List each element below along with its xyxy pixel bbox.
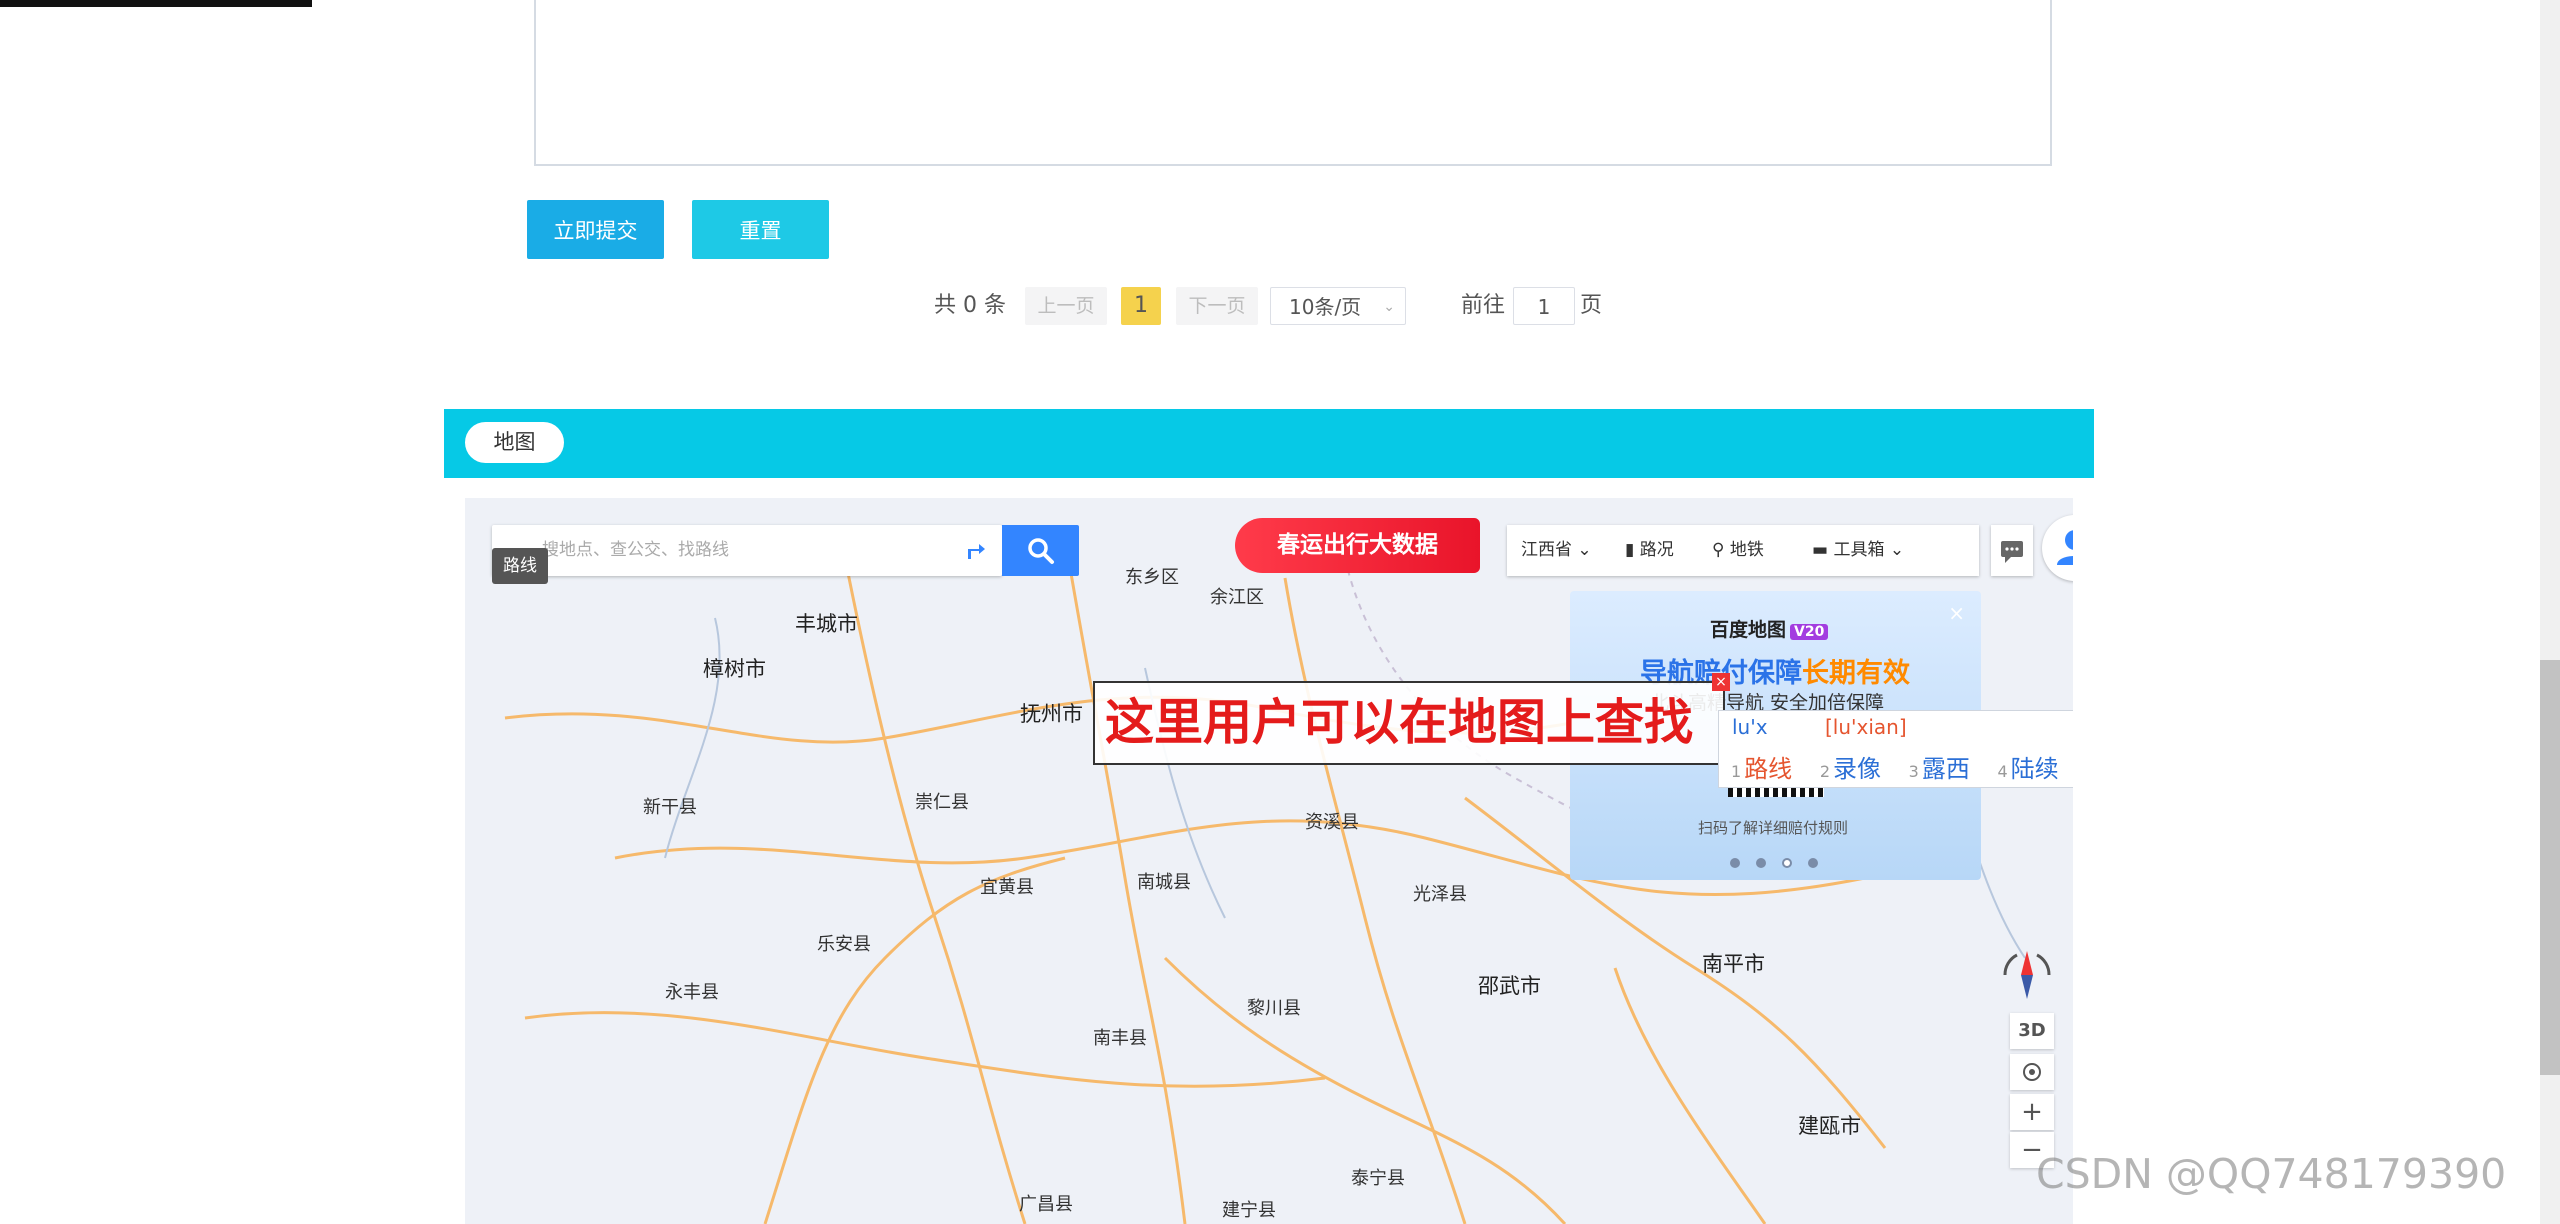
user-avatar-button[interactable] [2042, 515, 2073, 581]
ad-hint: 扫码了解详细赔付规则 [1698, 819, 1849, 837]
map-city-label: 宜黄县 [980, 877, 1034, 898]
carousel-dot[interactable] [1756, 858, 1766, 868]
map-city-label: 建瓯市 [1798, 1114, 1861, 1138]
map-canvas[interactable]: 丰城市 东乡区余江区樟树市抚州市崇仁县 新干县资溪县宜黄县 南城县光泽县乐安县永丰县 邵… [465, 498, 2073, 1224]
map-city-label: 新干县 [643, 797, 697, 818]
3d-button[interactable]: 3D [2010, 1013, 2054, 1049]
baidu-map-logo-text: 百度地图 [1710, 619, 1787, 641]
toolbox-icon: ▬ [1812, 540, 1829, 560]
map-city-label: 乐安县 [817, 934, 871, 955]
ime-candidate[interactable]: 3 露西 [1909, 755, 1970, 783]
ad-logo: 百度地图 V20 [1710, 615, 1829, 642]
traffic-button[interactable]: ▮ 路况 [1625, 525, 1674, 576]
subway-icon: ⚲ [1712, 540, 1725, 560]
subway-button[interactable]: ⚲ 地铁 [1712, 525, 1764, 576]
page-size-select[interactable]: 10条/页 ⌄ [1270, 287, 1406, 325]
reset-button[interactable]: 重置 [692, 200, 829, 259]
route-tooltip: 路线 [492, 548, 548, 584]
watermark: CSDN @QQ748179390 [2036, 1150, 2507, 1198]
next-page-button[interactable]: 下一页 [1176, 287, 1258, 325]
map-search-input[interactable]: 搜地点、查公交、找路线 [542, 525, 729, 576]
map-tab[interactable]: 地图 [465, 422, 564, 463]
map-city-label: 丰城市 [795, 612, 858, 636]
goto-page-input[interactable]: 1 [1513, 287, 1575, 325]
map-city-label: 资溪县 [1305, 812, 1359, 833]
carousel-dot[interactable] [1730, 858, 1740, 868]
province-label: 江西省 [1521, 540, 1572, 560]
map-city-label: 光泽县 [1413, 884, 1467, 905]
goto-unit: 页 [1580, 293, 1603, 318]
toolbox-label: 工具箱 [1833, 540, 1885, 560]
ad-version-badge: V20 [1790, 624, 1829, 640]
map-search-button[interactable] [1002, 525, 1079, 576]
ime-candidate-window[interactable]: lu'x [lu'xian] 1路线 2录像 3露西 4陆续 5鲁迅 ‹› [1718, 710, 2073, 788]
ime-candidate[interactable]: 4 陆续 [1997, 755, 2058, 783]
ime-candidate[interactable]: 1 路线 [1731, 755, 1792, 783]
map-city-label: 黎川县 [1247, 998, 1301, 1019]
ime-candidate[interactable]: 2 录像 [1820, 755, 1881, 783]
ad-title-highlight: 长期有效 [1802, 658, 1910, 689]
user-icon [2057, 530, 2073, 565]
submit-button[interactable]: 立即提交 [527, 200, 664, 259]
map-section-header: 地图 [444, 409, 2094, 478]
carousel-dot[interactable] [1808, 858, 1818, 868]
map-search-box[interactable]: 搜地点、查公交、找路线 [492, 525, 1002, 576]
chat-button[interactable] [1991, 525, 2033, 576]
map-city-label: 余江区 [1210, 587, 1264, 608]
province-select[interactable]: 江西省 ⌄ [1521, 525, 1592, 576]
subway-label: 地铁 [1729, 540, 1764, 560]
traffic-icon: ▮ [1625, 540, 1635, 560]
top-black-bar [0, 0, 312, 7]
map-city-label: 东乡区 [1125, 567, 1179, 588]
prev-page-button[interactable]: 上一页 [1025, 287, 1107, 325]
carousel-dots[interactable] [1730, 853, 1834, 872]
carousel-dot-active[interactable] [1782, 858, 1792, 868]
map-city-label: 邵武市 [1478, 974, 1541, 998]
map-city-label: 永丰县 [665, 982, 719, 1003]
pagination-total: 共 0 条 [934, 293, 1006, 318]
ime-composition: lu'x [1732, 715, 1768, 739]
annotation-text-box[interactable]: 这里用户可以在地图上查找 [1093, 681, 1725, 765]
chat-icon [2001, 541, 2023, 563]
content-textarea[interactable] [534, 0, 2052, 166]
close-icon[interactable]: × [1948, 601, 1965, 625]
map-city-label: 建宁县 [1222, 1200, 1276, 1221]
scrollbar-thumb[interactable] [2540, 660, 2560, 1075]
map-city-label: 南丰县 [1093, 1028, 1147, 1049]
chevron-down-icon: ⌄ [1383, 299, 1395, 315]
map-city-label: 樟树市 [703, 657, 766, 681]
ime-pinyin: [lu'xian] [1825, 715, 1907, 739]
zoom-in-button[interactable]: + [2010, 1094, 2054, 1130]
page-size-value: 10条/页 [1289, 295, 1362, 319]
map-toolbar: 江西省 ⌄ ▮ 路况 ⚲ 地铁 ▬ 工具箱 ⌄ [1507, 525, 1979, 576]
map-city-label: 南平市 [1702, 952, 1765, 976]
map-city-label: 崇仁县 [915, 792, 969, 813]
map-city-label: 泰宁县 [1351, 1168, 1405, 1189]
promo-banner[interactable]: 春运出行大数据 [1235, 518, 1480, 573]
goto-label: 前往 [1461, 293, 1506, 318]
locate-icon [2023, 1063, 2041, 1081]
route-icon[interactable] [962, 537, 988, 563]
current-page[interactable]: 1 [1121, 287, 1161, 325]
map-city-label: 广昌县 [1019, 1194, 1073, 1215]
ime-candidates: 1路线 2录像 3露西 4陆续 5鲁迅 [1731, 749, 2073, 784]
traffic-label: 路况 [1639, 540, 1674, 560]
compass-icon[interactable] [1995, 943, 2059, 1007]
toolbox-button[interactable]: ▬ 工具箱 ⌄ [1812, 525, 1904, 576]
locate-button[interactable] [2010, 1054, 2054, 1090]
map-city-label: 抚州市 [1020, 702, 1083, 726]
search-icon [1028, 538, 1054, 564]
map-city-label: 南城县 [1137, 872, 1191, 893]
ime-close-icon[interactable]: × [1712, 673, 1730, 691]
